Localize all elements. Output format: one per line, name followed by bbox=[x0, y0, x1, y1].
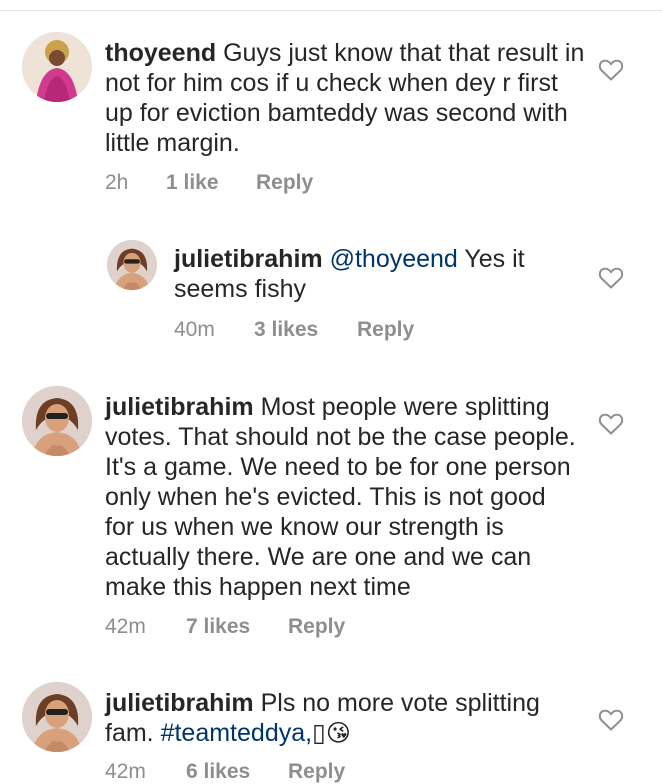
comment-meta: 42m 6 likes Reply bbox=[105, 760, 345, 784]
comment-time: 42m bbox=[105, 760, 146, 783]
like-button[interactable] bbox=[598, 266, 624, 290]
profile-photo-icon bbox=[22, 682, 92, 752]
comment-username[interactable]: julietibrahim bbox=[174, 245, 323, 273]
comment-username[interactable]: thoyeend bbox=[105, 39, 216, 67]
comment-meta: 40m 3 likes Reply bbox=[174, 318, 414, 342]
avatar[interactable] bbox=[22, 682, 92, 752]
likes-count[interactable]: 6 likes bbox=[186, 760, 288, 784]
reply-button[interactable]: Reply bbox=[288, 615, 345, 639]
like-button[interactable] bbox=[598, 412, 624, 436]
profile-photo-icon bbox=[107, 240, 157, 290]
comment-meta: 42m 7 likes Reply bbox=[105, 615, 345, 639]
likes-count[interactable]: 3 likes bbox=[254, 318, 357, 342]
hashtag-link[interactable]: #teamteddya, bbox=[161, 719, 313, 747]
comment-username[interactable]: julietibrahim bbox=[105, 689, 254, 717]
comment-text: julietibrahim @thoyeend Yes it seems fis… bbox=[174, 244, 574, 304]
kiss-emoji-icon: 😘 bbox=[325, 720, 351, 747]
missing-glyph: ▯ bbox=[312, 719, 326, 747]
profile-photo-icon bbox=[22, 32, 92, 102]
comment-text: julietibrahim Pls no more vote splitting… bbox=[105, 688, 575, 748]
comment-time: 2h bbox=[105, 171, 129, 194]
reply-button[interactable]: Reply bbox=[256, 171, 313, 195]
reply-button[interactable]: Reply bbox=[288, 760, 345, 784]
heart-outline-icon bbox=[598, 413, 624, 435]
like-button[interactable] bbox=[598, 708, 624, 732]
heart-outline-icon bbox=[598, 59, 624, 81]
likes-count[interactable]: 1 like bbox=[166, 171, 256, 195]
profile-photo-icon bbox=[22, 386, 92, 456]
avatar[interactable] bbox=[107, 240, 157, 290]
avatar[interactable] bbox=[22, 32, 92, 102]
comment-text: julietibrahim Most people were splitting… bbox=[105, 392, 580, 602]
comment-text: thoyeend Guys just know that that result… bbox=[105, 38, 585, 158]
reply-button[interactable]: Reply bbox=[357, 318, 414, 342]
top-divider bbox=[0, 10, 662, 11]
comment-time: 40m bbox=[174, 318, 215, 341]
heart-outline-icon bbox=[598, 709, 624, 731]
heart-outline-icon bbox=[598, 267, 624, 289]
comment-time: 42m bbox=[105, 615, 146, 638]
comment-meta: 2h 1 like Reply bbox=[105, 171, 313, 195]
avatar[interactable] bbox=[22, 386, 92, 456]
like-button[interactable] bbox=[598, 58, 624, 82]
mention-link[interactable]: @thoyeend bbox=[330, 245, 458, 273]
comment-body: Most people were splitting votes. That s… bbox=[105, 393, 576, 601]
likes-count[interactable]: 7 likes bbox=[186, 615, 288, 639]
comment-username[interactable]: julietibrahim bbox=[105, 393, 254, 421]
